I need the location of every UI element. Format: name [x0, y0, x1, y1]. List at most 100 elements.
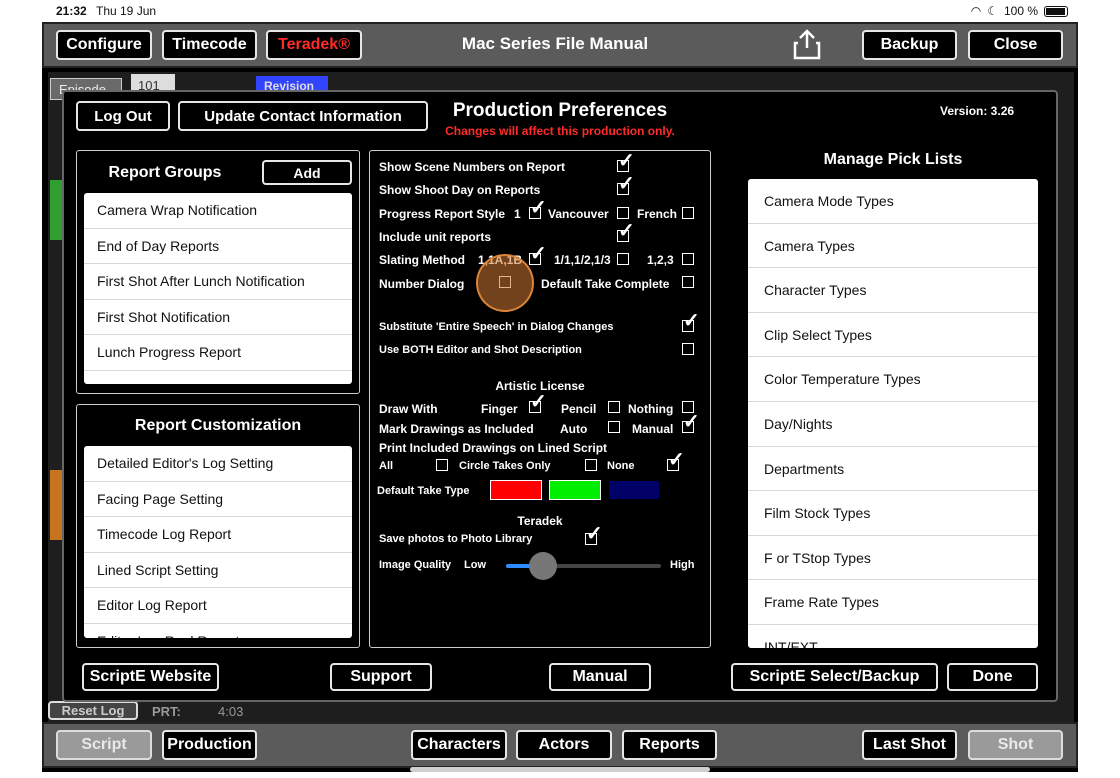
- select-backup-button[interactable]: ScriptE Select/Backup: [731, 663, 938, 691]
- low-label: Low: [464, 559, 486, 571]
- progress-style-1-label: 1: [514, 207, 521, 221]
- list-item[interactable]: Day/Nights: [748, 402, 1038, 447]
- list-item[interactable]: F or TStop Types: [748, 536, 1038, 581]
- list-item[interactable]: Lined Script Setting: [84, 553, 352, 588]
- progress-style-vancouver-checkbox[interactable]: [617, 207, 629, 219]
- share-icon[interactable]: [792, 28, 822, 60]
- list-item[interactable]: Frame Rate Types: [748, 580, 1038, 625]
- list-item[interactable]: Camera Mode Types: [748, 179, 1038, 224]
- pick-lists-title: Manage Pick Lists: [823, 151, 963, 168]
- list-item[interactable]: Clip Select Types: [748, 313, 1038, 358]
- script-tab[interactable]: Script: [56, 730, 152, 760]
- progress-style-french-label: French: [637, 207, 678, 221]
- manual-mark-checkbox[interactable]: ✓: [682, 412, 700, 433]
- list-item[interactable]: Editor Log Reel Report: [84, 624, 352, 639]
- unit-reports-label: Include unit reports: [379, 230, 492, 244]
- draw-with-label: Draw With: [379, 402, 438, 416]
- all-label: All: [379, 460, 394, 472]
- production-tab[interactable]: Production: [162, 730, 257, 760]
- log-out-button[interactable]: Log Out: [76, 101, 170, 131]
- actors-tab[interactable]: Actors: [516, 730, 612, 760]
- auto-checkbox[interactable]: [608, 421, 620, 433]
- default-take-complete-label: Default Take Complete: [541, 277, 670, 291]
- status-bar: 21:32 Thu 19 Jun ◠ ☾ 100 %: [0, 0, 1120, 22]
- list-item[interactable]: Color Temperature Types: [748, 357, 1038, 402]
- teradek-button[interactable]: Teradek®: [266, 30, 362, 60]
- report-customization-title: Report Customization: [134, 417, 302, 434]
- check-icon: ✓: [530, 197, 547, 219]
- substitute-label: Substitute 'Entire Speech' in Dialog Cha…: [379, 321, 614, 333]
- slating-123-checkbox[interactable]: [682, 253, 694, 265]
- auto-label: Auto: [560, 422, 588, 436]
- done-button[interactable]: Done: [947, 663, 1038, 691]
- slating-fraction-checkbox[interactable]: [617, 253, 629, 265]
- finger-checkbox[interactable]: ✓: [529, 392, 547, 413]
- list-item[interactable]: Detailed Editor's Log Setting: [84, 446, 352, 482]
- use-both-checkbox[interactable]: [682, 343, 694, 355]
- report-customization-list: Detailed Editor's Log Setting Facing Pag…: [84, 446, 352, 638]
- take-color-blue[interactable]: [608, 480, 660, 500]
- app-title: Mac Series File Manual: [461, 34, 649, 53]
- report-groups-title: Report Groups: [108, 164, 222, 181]
- progress-style-french-checkbox[interactable]: [682, 207, 694, 219]
- bg-green-marker: [50, 180, 62, 240]
- scene-numbers-checkbox[interactable]: ✓: [617, 151, 635, 172]
- shoot-day-checkbox[interactable]: ✓: [617, 174, 635, 195]
- close-button[interactable]: Close: [968, 30, 1063, 60]
- scripte-website-button[interactable]: ScriptE Website: [82, 663, 219, 691]
- update-contact-button[interactable]: Update Contact Information: [178, 101, 428, 131]
- list-item[interactable]: Camera Types: [748, 224, 1038, 269]
- circle-takes-checkbox[interactable]: [585, 459, 597, 471]
- image-quality-slider-thumb[interactable]: [529, 552, 558, 580]
- default-take-complete-checkbox[interactable]: [682, 276, 694, 288]
- all-checkbox[interactable]: [436, 459, 448, 471]
- unit-reports-checkbox[interactable]: ✓: [617, 221, 635, 242]
- save-photos-checkbox[interactable]: ✓: [585, 524, 603, 545]
- list-item[interactable]: Film Stock Types: [748, 491, 1038, 536]
- list-item[interactable]: Departments: [748, 447, 1038, 492]
- print-included-label: Print Included Drawings on Lined Script: [379, 441, 608, 455]
- list-item[interactable]: Editor Log Report: [84, 588, 352, 624]
- list-item[interactable]: First Shot Notification: [84, 300, 352, 335]
- reset-log-button[interactable]: Reset Log: [48, 701, 138, 720]
- slating-1a1b-checkbox[interactable]: ✓: [529, 244, 547, 265]
- pencil-checkbox[interactable]: [608, 401, 620, 413]
- list-item[interactable]: Camera Wrap Notification: [84, 193, 352, 229]
- support-button[interactable]: Support: [330, 663, 432, 691]
- prt-time: 4:03: [218, 704, 244, 719]
- backup-button[interactable]: Backup: [862, 30, 957, 60]
- none-checkbox[interactable]: ✓: [667, 450, 685, 471]
- check-icon: ✓: [618, 220, 635, 242]
- scene-numbers-label: Show Scene Numbers on Report: [379, 160, 566, 174]
- list-item[interactable]: Character Types: [748, 268, 1038, 313]
- prt-label: PRT:: [152, 704, 181, 719]
- add-group-button[interactable]: Add: [262, 160, 352, 185]
- shot-button[interactable]: Shot: [968, 730, 1063, 760]
- manual-button[interactable]: Manual: [549, 663, 651, 691]
- home-indicator: [410, 767, 710, 772]
- last-shot-button[interactable]: Last Shot: [862, 730, 957, 760]
- take-color-red[interactable]: [490, 480, 542, 500]
- substitute-checkbox[interactable]: ✓: [682, 311, 700, 332]
- wifi-icon: ◠: [970, 4, 982, 18]
- list-item[interactable]: Timecode Log Report: [84, 517, 352, 553]
- progress-style-1-checkbox[interactable]: ✓: [529, 198, 547, 219]
- list-item[interactable]: INT/EXT: [748, 625, 1038, 648]
- characters-tab[interactable]: Characters: [411, 730, 507, 760]
- version-label: Version: 3.26: [940, 104, 1015, 118]
- reports-tab[interactable]: Reports: [622, 730, 717, 760]
- timecode-button[interactable]: Timecode: [162, 30, 257, 60]
- default-take-type-label: Default Take Type: [377, 485, 470, 497]
- list-item[interactable]: First Shot After Lunch Notification: [84, 264, 352, 300]
- take-color-green[interactable]: [549, 480, 601, 500]
- battery-icon: [1044, 5, 1068, 17]
- list-item[interactable]: End of Day Reports: [84, 229, 352, 264]
- list-item[interactable]: Lunch Progress Report: [84, 335, 352, 371]
- finger-label: Finger: [481, 402, 518, 416]
- list-item[interactable]: Facing Page Setting: [84, 482, 352, 517]
- configure-button[interactable]: Configure: [56, 30, 152, 60]
- check-icon: ✓: [530, 243, 547, 265]
- slating-method-label: Slating Method: [379, 253, 465, 267]
- pencil-label: Pencil: [561, 402, 597, 416]
- check-icon: ✓: [683, 411, 700, 433]
